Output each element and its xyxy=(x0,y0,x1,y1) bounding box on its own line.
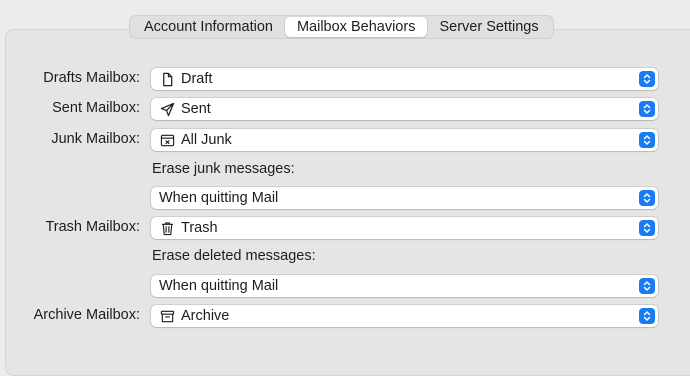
sent-mailbox-label: Sent Mailbox: xyxy=(52,100,140,116)
trash-mailbox-label: Trash Mailbox: xyxy=(45,219,140,235)
junk-tray-icon xyxy=(159,132,175,148)
chevron-updown-icon xyxy=(639,101,655,117)
archive-mailbox-popup[interactable]: Archive xyxy=(151,305,658,327)
tab-mailbox-behaviors[interactable]: Mailbox Behaviors xyxy=(284,17,428,37)
chevron-updown-icon xyxy=(639,220,655,236)
trash-icon xyxy=(159,220,175,236)
junk-mailbox-popup[interactable]: All Junk xyxy=(151,129,658,151)
chevron-updown-icon xyxy=(639,132,655,148)
junk-mailbox-label: Junk Mailbox: xyxy=(51,131,140,147)
document-icon xyxy=(159,71,175,87)
junk-mailbox-value: All Junk xyxy=(181,132,232,148)
tab-server-settings[interactable]: Server Settings xyxy=(427,17,550,37)
drafts-mailbox-label: Drafts Mailbox: xyxy=(43,70,140,86)
erase-deleted-label: Erase deleted messages: xyxy=(152,248,316,264)
archive-mailbox-value: Archive xyxy=(181,308,230,324)
sent-mailbox-value: Sent xyxy=(181,101,211,117)
paper-plane-icon xyxy=(159,101,175,117)
drafts-mailbox-popup[interactable]: Draft xyxy=(151,68,658,90)
chevron-updown-icon xyxy=(639,308,655,324)
segmented-tab-control: Account Information Mailbox Behaviors Se… xyxy=(129,15,554,39)
archive-box-icon xyxy=(159,308,175,324)
trash-mailbox-popup[interactable]: Trash xyxy=(151,217,658,239)
trash-mailbox-value: Trash xyxy=(181,220,218,236)
erase-junk-label: Erase junk messages: xyxy=(152,161,295,177)
archive-mailbox-label: Archive Mailbox: xyxy=(33,307,140,323)
erase-junk-value: When quitting Mail xyxy=(159,190,279,206)
erase-deleted-popup[interactable]: When quitting Mail xyxy=(151,275,658,297)
chevron-updown-icon xyxy=(639,71,655,87)
drafts-mailbox-value: Draft xyxy=(181,71,213,87)
tab-account-information[interactable]: Account Information xyxy=(132,17,285,37)
sent-mailbox-popup[interactable]: Sent xyxy=(151,98,658,120)
erase-deleted-value: When quitting Mail xyxy=(159,278,279,294)
chevron-updown-icon xyxy=(639,278,655,294)
erase-junk-popup[interactable]: When quitting Mail xyxy=(151,187,658,209)
chevron-updown-icon xyxy=(639,190,655,206)
